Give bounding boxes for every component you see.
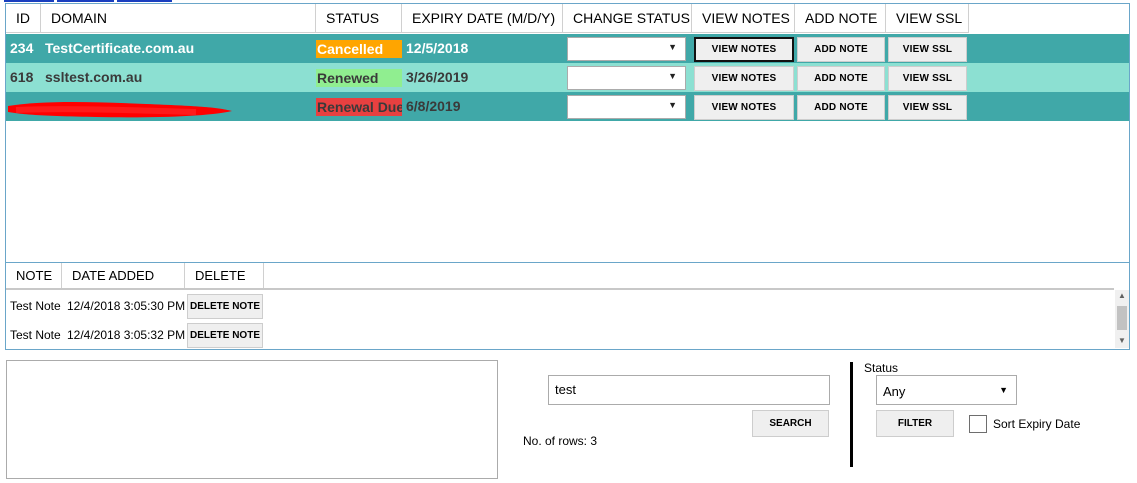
view-ssl-button[interactable]: VIEW SSL	[888, 37, 967, 62]
note-date: 12/4/2018 3:05:32 PM	[67, 328, 186, 342]
add-note-button[interactable]: ADD NOTE	[797, 37, 885, 62]
chevron-down-icon: ▼	[999, 385, 1008, 395]
vertical-divider	[850, 362, 853, 467]
list-item[interactable]: Test Note 12/4/2018 3:05:32 PM DELETE NO…	[6, 321, 1114, 349]
redaction-scribble	[8, 102, 232, 118]
status-badge: Cancelled	[316, 40, 402, 58]
row-id: 234	[10, 40, 34, 56]
row-domain: TestCertificate.com.au	[45, 40, 195, 56]
view-ssl-button[interactable]: VIEW SSL	[888, 66, 967, 91]
search-input[interactable]: test	[548, 375, 830, 405]
row-expiry: 12/5/2018	[406, 40, 469, 56]
scroll-thumb[interactable]	[1117, 306, 1127, 330]
table-row[interactable]: Renewal Due 6/8/2019 ▼ VIEW NOTES ADD NO…	[6, 92, 1129, 121]
table-row[interactable]: 234 TestCertificate.com.au Cancelled 12/…	[6, 34, 1129, 63]
chevron-down-icon: ▼	[668, 71, 677, 81]
change-status-dropdown[interactable]: ▼	[567, 37, 686, 61]
chevron-down-icon: ▼	[668, 100, 677, 110]
list-item[interactable]: Test Note 12/4/2018 3:05:30 PM DELETE NO…	[6, 292, 1114, 320]
filter-button[interactable]: FILTER	[876, 410, 954, 437]
row-expiry: 6/8/2019	[406, 98, 461, 114]
notes-header-divider	[6, 288, 1114, 290]
column-header-domain[interactable]: DOMAIN	[41, 4, 316, 33]
column-header-view-notes[interactable]: VIEW NOTES	[692, 4, 795, 33]
column-header-note[interactable]: NOTE	[6, 263, 62, 288]
status-badge: Renewed	[316, 69, 402, 87]
sort-expiry-label: Sort Expiry Date	[993, 417, 1081, 431]
notes-scrollbar[interactable]: ▲ ▼	[1115, 290, 1129, 348]
column-header-view-ssl[interactable]: VIEW SSL	[886, 4, 969, 33]
status-filter-dropdown[interactable]: Any ▼	[876, 375, 1017, 405]
status-badge: Renewal Due	[316, 98, 402, 116]
certificates-grid: ID DOMAIN STATUS EXPIRY DATE (M/D/Y) CHA…	[5, 3, 1130, 263]
change-status-dropdown[interactable]: ▼	[567, 95, 686, 119]
note-textarea[interactable]	[6, 360, 498, 479]
search-button[interactable]: SEARCH	[752, 410, 829, 437]
row-count-label: No. of rows: 3	[523, 434, 598, 448]
view-ssl-button[interactable]: VIEW SSL	[888, 95, 967, 120]
view-notes-button[interactable]: VIEW NOTES	[694, 66, 794, 91]
column-header-id[interactable]: ID	[6, 4, 41, 33]
note-text: Test Note	[10, 299, 61, 313]
row-domain: ssltest.com.au	[45, 69, 143, 85]
column-header-delete[interactable]: DELETE	[185, 263, 264, 288]
delete-note-button[interactable]: DELETE NOTE	[187, 294, 263, 319]
scroll-down-icon[interactable]: ▼	[1118, 336, 1126, 345]
add-note-button[interactable]: ADD NOTE	[797, 95, 885, 120]
change-status-dropdown[interactable]: ▼	[567, 66, 686, 90]
column-header-date-added[interactable]: DATE ADDED	[62, 263, 185, 288]
column-header-status[interactable]: STATUS	[316, 4, 402, 33]
column-header-change-status[interactable]: CHANGE STATUS	[563, 4, 692, 33]
row-id: 618	[10, 69, 34, 85]
row-expiry: 3/26/2019	[406, 69, 469, 85]
add-note-button[interactable]: ADD NOTE	[797, 66, 885, 91]
chevron-down-icon: ▼	[668, 42, 677, 52]
column-header-expiry[interactable]: EXPIRY DATE (M/D/Y)	[402, 4, 563, 33]
view-notes-button[interactable]: VIEW NOTES	[694, 95, 794, 120]
note-text: Test Note	[10, 328, 61, 342]
view-notes-button[interactable]: VIEW NOTES	[694, 37, 794, 62]
status-filter-label: Status	[864, 361, 899, 375]
top-link-1[interactable]	[4, 0, 54, 2]
sort-expiry-checkbox[interactable]	[969, 415, 987, 433]
top-link-2[interactable]	[57, 0, 114, 2]
notes-grid: NOTE DATE ADDED DELETE Test Note 12/4/20…	[5, 263, 1130, 350]
scroll-up-icon[interactable]: ▲	[1118, 291, 1126, 300]
column-header-add-note[interactable]: ADD NOTE	[795, 4, 886, 33]
note-date: 12/4/2018 3:05:30 PM	[67, 299, 186, 313]
table-row[interactable]: 618 ssltest.com.au Renewed 3/26/2019 ▼ V…	[6, 63, 1129, 92]
top-link-3[interactable]	[117, 0, 172, 2]
status-filter-value: Any	[883, 384, 906, 399]
delete-note-button[interactable]: DELETE NOTE	[187, 323, 263, 348]
